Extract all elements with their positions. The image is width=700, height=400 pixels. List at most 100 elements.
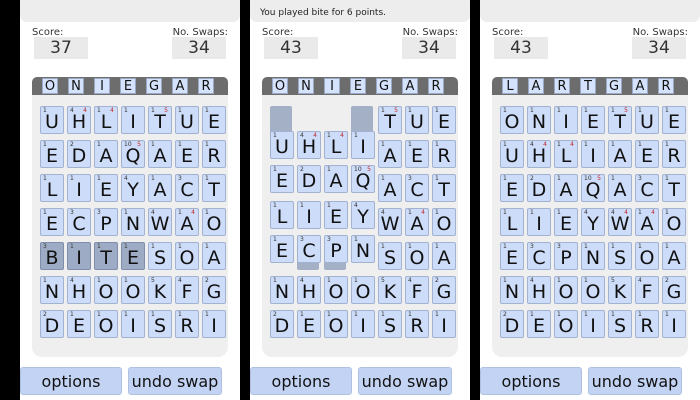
letter-tile[interactable]: 14A — [175, 208, 199, 236]
letter-tile[interactable]: 1S — [378, 242, 402, 270]
letter-tile[interactable]: 2D — [297, 165, 321, 193]
letter-tile[interactable]: 1E — [662, 106, 686, 134]
letter-tile[interactable]: 4H — [297, 276, 321, 304]
letter-tile[interactable]: 1E — [67, 310, 91, 338]
letter-tile[interactable]: 3P — [324, 235, 348, 263]
letter-tile[interactable]: 1S — [148, 310, 172, 338]
letter-tile[interactable]: 44W — [608, 208, 632, 236]
letter-tile[interactable]: 14L — [94, 106, 118, 134]
letter-tile[interactable]: 1A — [554, 174, 578, 202]
letter-tile[interactable]: 4F — [405, 276, 429, 304]
letter-tile[interactable]: 1N — [500, 276, 524, 304]
letter-tile[interactable]: 4Y — [121, 174, 145, 202]
letter-tile[interactable]: 1E — [500, 174, 524, 202]
letter-tile[interactable]: 10 5 Q — [121, 140, 145, 168]
letter-tile[interactable]: 3C — [297, 235, 321, 263]
letter-tile[interactable]: 1A — [378, 174, 402, 202]
letter-tile[interactable]: 1E — [40, 140, 64, 168]
letter-tile[interactable]: 10 5 Q — [351, 165, 375, 193]
letter-tile[interactable]: 1U — [40, 106, 64, 134]
letter-tile[interactable]: 4W — [378, 208, 402, 236]
letter-tile[interactable]: 4F — [175, 276, 199, 304]
letter-tile[interactable]: 14L — [554, 140, 578, 168]
letter-tile[interactable]: 1N — [581, 242, 605, 270]
letter-tile[interactable]: 1R — [202, 140, 226, 168]
letter-tile[interactable]: 1I — [67, 242, 91, 270]
letter-tile[interactable]: 1L — [40, 174, 64, 202]
letter-tile[interactable]: 3C — [405, 174, 429, 202]
letter-tile[interactable]: 1I — [202, 310, 226, 338]
rack-tile[interactable]: G — [606, 78, 622, 94]
letter-tile[interactable]: 1E — [527, 310, 551, 338]
letter-tile[interactable]: 1O — [405, 242, 429, 270]
letter-tile[interactable]: 2G — [662, 276, 686, 304]
letter-tile[interactable]: 1T — [432, 174, 456, 202]
letter-tile[interactable]: 1A — [148, 174, 172, 202]
letter-tile[interactable]: 2D — [527, 174, 551, 202]
letter-tile[interactable]: 1N — [40, 276, 64, 304]
letter-tile[interactable]: 1E — [405, 140, 429, 168]
letter-tile[interactable]: 3C — [527, 242, 551, 270]
letter-tile[interactable]: 1N — [527, 106, 551, 134]
letter-tile[interactable]: 1O — [662, 208, 686, 236]
rack-tile[interactable]: E — [350, 78, 366, 94]
rack-tile[interactable]: R — [554, 78, 570, 94]
letter-tile[interactable]: 4H — [67, 276, 91, 304]
letter-tile[interactable]: 15T — [148, 106, 172, 134]
letter-tile[interactable]: 1E — [324, 201, 348, 229]
letter-tile[interactable]: 14A — [635, 208, 659, 236]
letter-tile[interactable]: 1S — [608, 242, 632, 270]
rack-tile[interactable]: R — [658, 78, 674, 94]
letter-tile[interactable]: 1O — [554, 310, 578, 338]
letter-tile[interactable]: 1T — [94, 242, 118, 270]
letter-tile[interactable]: 1O — [324, 276, 348, 304]
letter-tile[interactable]: 1O — [324, 310, 348, 338]
letter-tile[interactable]: 2D — [67, 140, 91, 168]
letter-tile[interactable]: 1A — [378, 140, 402, 168]
letter-tile[interactable]: 1R — [405, 310, 429, 338]
letter-tile[interactable]: 1A — [324, 165, 348, 193]
letter-tile[interactable]: 1L — [270, 201, 294, 229]
options-button[interactable]: options — [250, 367, 352, 395]
letter-tile[interactable]: 4F — [635, 276, 659, 304]
letter-tile[interactable]: 1E — [297, 310, 321, 338]
letter-tile[interactable]: 2G — [202, 276, 226, 304]
letter-tile[interactable]: 2D — [40, 310, 64, 338]
letter-tile[interactable]: 1I — [121, 106, 145, 134]
letter-tile[interactable]: 3B — [40, 242, 64, 270]
letter-tile[interactable]: 2D — [270, 310, 294, 338]
letter-tile[interactable]: 1I — [351, 131, 375, 159]
undo-swap-button[interactable]: undo swap — [588, 367, 682, 395]
letter-tile[interactable]: 2G — [432, 276, 456, 304]
letter-tile[interactable]: 1O — [432, 208, 456, 236]
letter-tile[interactable]: 1O — [175, 242, 199, 270]
letter-tile[interactable]: 44H — [67, 106, 91, 134]
letter-tile[interactable]: 1E — [270, 165, 294, 193]
undo-swap-button[interactable]: undo swap — [128, 367, 222, 395]
letter-tile[interactable]: 1E — [635, 140, 659, 168]
letter-tile[interactable]: 1L — [500, 208, 524, 236]
letter-tile[interactable]: 1R — [432, 140, 456, 168]
letter-tile[interactable]: 1N — [270, 276, 294, 304]
options-button[interactable]: options — [20, 367, 122, 395]
letter-tile[interactable]: 1U — [500, 140, 524, 168]
rack-tile[interactable]: I — [324, 78, 340, 94]
letter-tile[interactable]: 3P — [94, 208, 118, 236]
letter-tile[interactable]: 1I — [121, 310, 145, 338]
letter-tile[interactable]: 1O — [94, 310, 118, 338]
letter-tile[interactable]: 4Y — [351, 201, 375, 229]
rack-tile[interactable]: N — [298, 78, 314, 94]
letter-tile[interactable]: 1S — [148, 242, 172, 270]
rack-tile[interactable]: R — [198, 78, 214, 94]
letter-tile[interactable]: 1O — [554, 276, 578, 304]
letter-tile[interactable]: 4H — [527, 276, 551, 304]
letter-tile[interactable]: 1R — [635, 310, 659, 338]
letter-tile[interactable]: 1U — [175, 106, 199, 134]
rack-tile[interactable]: G — [146, 78, 162, 94]
letter-tile[interactable]: 1N — [351, 235, 375, 263]
letter-tile[interactable]: 4Y — [581, 208, 605, 236]
letter-tile[interactable]: 1I — [581, 310, 605, 338]
options-button[interactable]: options — [480, 367, 582, 395]
letter-tile[interactable]: 1O — [581, 276, 605, 304]
undo-swap-button[interactable]: undo swap — [358, 367, 452, 395]
